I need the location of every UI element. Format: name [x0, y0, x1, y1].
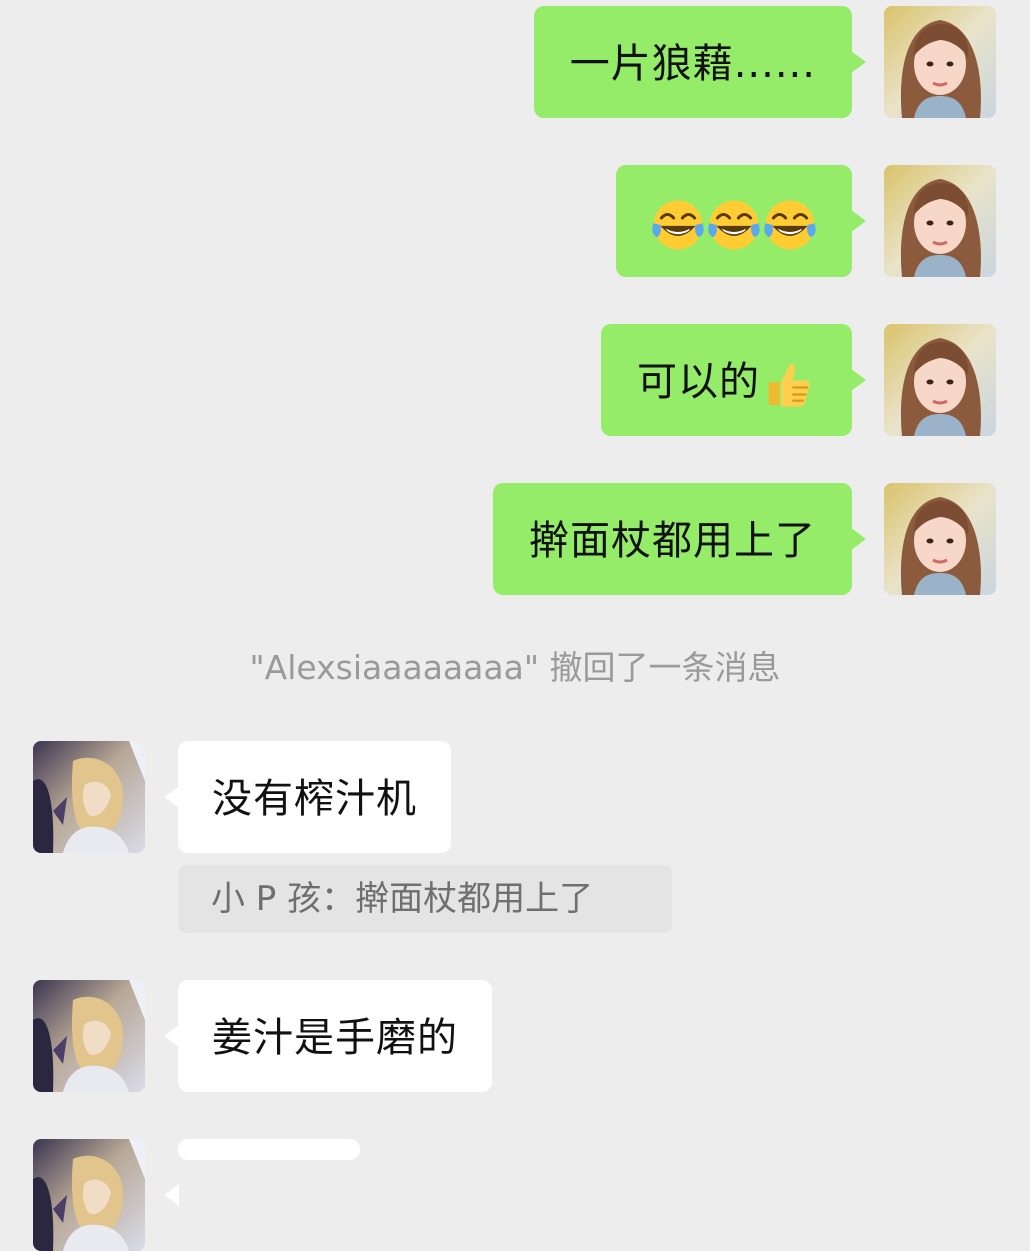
outgoing-message-bubble[interactable]: 擀面杖都用上了 [493, 483, 866, 595]
message-text: 姜汁是手磨的 [212, 1015, 458, 1061]
self-avatar[interactable] [884, 324, 996, 436]
outgoing-message-bubble[interactable]: 可以的 [601, 324, 866, 438]
self-avatar[interactable] [884, 6, 996, 118]
self-avatar[interactable] [884, 165, 996, 277]
message-text: 没有榨汁机 [212, 776, 417, 822]
message-text: 可以的 [637, 359, 760, 405]
message-text: 擀面杖都用上了 [529, 518, 816, 564]
outgoing-message-bubble[interactable] [616, 165, 866, 279]
incoming-message-bubble[interactable]: 姜汁是手磨的 [164, 980, 492, 1092]
incoming-message-bubble[interactable]: 没有榨汁机 [164, 741, 451, 853]
quoted-message[interactable]: 小 P 孩：擀面杖都用上了 [178, 865, 672, 933]
laugh-emoji-icon [650, 167, 706, 279]
contact-avatar[interactable] [33, 980, 145, 1092]
outgoing-message-bubble[interactable]: 一片狼藉...... [533, 6, 867, 118]
thumbs-up-icon [760, 326, 816, 438]
quote-text: 小 P 孩：擀面杖都用上了 [211, 879, 594, 919]
contact-avatar[interactable] [33, 741, 145, 853]
laugh-emoji-icon [762, 167, 818, 279]
self-avatar[interactable] [884, 483, 996, 595]
contact-avatar[interactable] [33, 1139, 145, 1251]
incoming-message-bubble[interactable] [164, 1139, 360, 1206]
message-text: 一片狼藉...... [569, 41, 816, 87]
laugh-emoji-icon [706, 167, 762, 279]
recall-notice: "Alexsiaaaaaaaa" 撤回了一条消息 [249, 648, 781, 687]
